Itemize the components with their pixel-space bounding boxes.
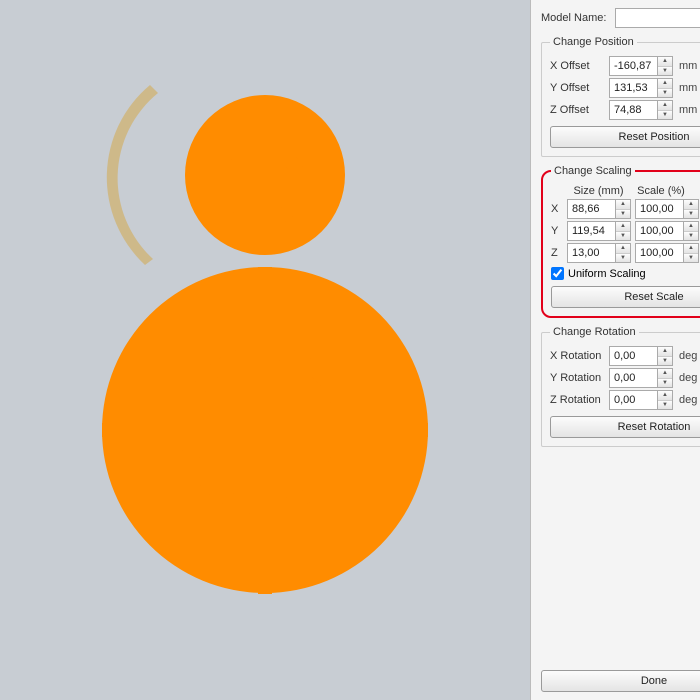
up-icon[interactable]: ▲ xyxy=(658,347,672,357)
up-icon[interactable]: ▲ xyxy=(658,101,672,111)
down-icon[interactable]: ▼ xyxy=(658,89,672,98)
up-icon[interactable]: ▲ xyxy=(616,244,630,254)
z-offset-spinner[interactable]: ▲▼ xyxy=(609,100,673,120)
down-icon[interactable]: ▼ xyxy=(658,111,672,120)
up-icon[interactable]: ▲ xyxy=(658,57,672,67)
y-offset-label: Y Offset xyxy=(550,82,605,94)
position-legend: Change Position xyxy=(550,36,637,48)
down-icon[interactable]: ▼ xyxy=(658,357,672,366)
size-z-spinner[interactable]: ▲▼ xyxy=(567,243,631,263)
size-header: Size (mm) xyxy=(566,185,631,197)
down-icon[interactable]: ▼ xyxy=(616,210,630,219)
unit-mm: mm xyxy=(679,104,697,116)
x-offset-label: X Offset xyxy=(550,60,605,72)
scale-header: Scale (%) xyxy=(631,185,691,197)
down-icon[interactable]: ▼ xyxy=(684,232,698,241)
down-icon[interactable]: ▼ xyxy=(616,254,630,263)
down-icon[interactable]: ▼ xyxy=(684,254,698,263)
scale-y-spinner[interactable]: ▲▼ xyxy=(635,221,699,241)
uniform-scaling-checkbox[interactable]: Uniform Scaling xyxy=(551,267,700,280)
down-icon[interactable]: ▼ xyxy=(616,232,630,241)
done-button[interactable]: Done xyxy=(541,670,700,692)
x-rotation-spinner[interactable]: ▲▼ xyxy=(609,346,673,366)
up-icon[interactable]: ▲ xyxy=(684,200,698,210)
down-icon[interactable]: ▼ xyxy=(658,379,672,388)
y-offset-spinner[interactable]: ▲▼ xyxy=(609,78,673,98)
unit-mm: mm xyxy=(679,60,697,72)
scale-y-label: Y xyxy=(551,225,563,237)
scaling-legend: Change Scaling xyxy=(551,165,635,177)
position-group: Change Position X Offset ▲▼ mm Y Offset … xyxy=(541,36,700,157)
up-icon[interactable]: ▲ xyxy=(684,244,698,254)
up-icon[interactable]: ▲ xyxy=(658,79,672,89)
up-icon[interactable]: ▲ xyxy=(684,222,698,232)
reset-position-button[interactable]: Reset Position xyxy=(550,126,700,148)
down-icon[interactable]: ▼ xyxy=(658,67,672,76)
unit-deg: deg xyxy=(679,372,697,384)
up-icon[interactable]: ▲ xyxy=(616,222,630,232)
z-rotation-spinner[interactable]: ▲▼ xyxy=(609,390,673,410)
unit-deg: deg xyxy=(679,350,697,362)
model-preview[interactable] xyxy=(0,0,530,700)
scaling-group: Change Scaling Size (mm)Scale (%) X ▲▼ ▲… xyxy=(541,165,700,318)
reset-scale-button[interactable]: Reset Scale xyxy=(551,286,700,308)
up-icon[interactable]: ▲ xyxy=(616,200,630,210)
model-name-row: Model Name: xyxy=(541,8,700,28)
rotation-group: Change Rotation X Rotation ▲▼ deg Y Rota… xyxy=(541,326,700,447)
size-y-spinner[interactable]: ▲▼ xyxy=(567,221,631,241)
x-rotation-label: X Rotation xyxy=(550,350,605,362)
model-name-label: Model Name: xyxy=(541,12,609,24)
up-icon[interactable]: ▲ xyxy=(658,391,672,401)
scale-x-spinner[interactable]: ▲▼ xyxy=(635,199,699,219)
y-rotation-label: Y Rotation xyxy=(550,372,605,384)
up-icon[interactable]: ▲ xyxy=(658,369,672,379)
rotation-legend: Change Rotation xyxy=(550,326,639,338)
reset-rotation-button[interactable]: Reset Rotation xyxy=(550,416,700,438)
y-rotation-spinner[interactable]: ▲▼ xyxy=(609,368,673,388)
z-offset-label: Z Offset xyxy=(550,104,605,116)
x-offset-spinner[interactable]: ▲▼ xyxy=(609,56,673,76)
scale-z-label: Z xyxy=(551,247,563,259)
scale-x-label: X xyxy=(551,203,563,215)
unit-deg: deg xyxy=(679,394,697,406)
unit-mm: mm xyxy=(679,82,697,94)
scale-z-spinner[interactable]: ▲▼ xyxy=(635,243,699,263)
down-icon[interactable]: ▼ xyxy=(684,210,698,219)
z-rotation-label: Z Rotation xyxy=(550,394,605,406)
viewport-3d[interactable] xyxy=(0,0,530,700)
down-icon[interactable]: ▼ xyxy=(658,401,672,410)
properties-panel: Model Name: Change Position X Offset ▲▼ … xyxy=(530,0,700,700)
size-x-spinner[interactable]: ▲▼ xyxy=(567,199,631,219)
model-name-input[interactable] xyxy=(615,8,700,28)
